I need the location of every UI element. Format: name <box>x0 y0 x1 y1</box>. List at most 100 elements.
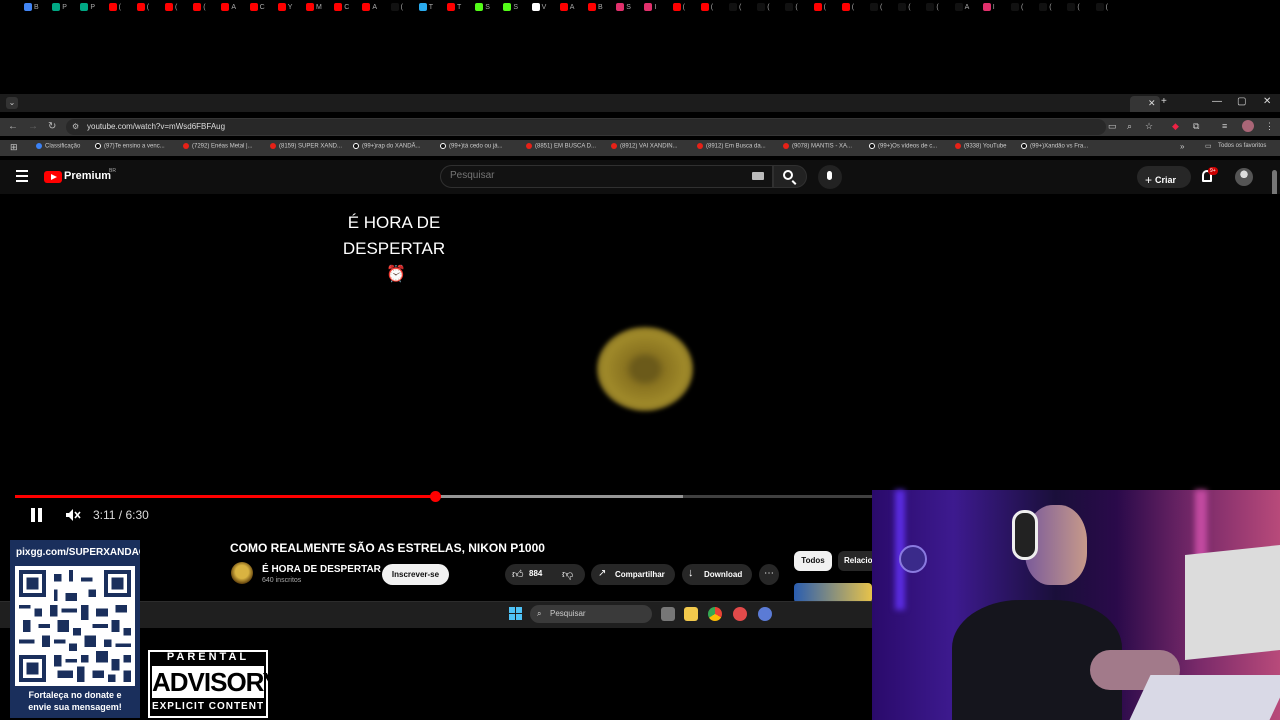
bookmark-item[interactable]: (8159) SUPER XAND... <box>270 143 342 150</box>
browser-tab[interactable]: ( <box>390 3 417 16</box>
browser-tab[interactable]: A <box>362 3 388 16</box>
more-bookmarks-icon[interactable]: » <box>1180 142 1184 151</box>
browser-tab[interactable]: S <box>475 3 501 16</box>
chrome-icon[interactable] <box>708 607 722 621</box>
keyboard-icon[interactable] <box>752 172 764 180</box>
share-icon[interactable]: ↗ <box>598 568 606 579</box>
bookmark-item[interactable]: (99+)Os vídeos de c... <box>869 143 937 150</box>
mute-icon[interactable] <box>65 508 81 522</box>
app-icon-red[interactable] <box>733 607 747 621</box>
browser-tab[interactable]: ( <box>672 3 699 16</box>
browser-tab[interactable]: ( <box>757 3 783 16</box>
thumbs-up-icon[interactable]: 👍︎ <box>512 568 524 581</box>
bookmark-item[interactable]: (97)Te ensino a venc... <box>95 143 165 150</box>
browser-tab[interactable]: T <box>447 3 473 16</box>
like-count[interactable]: 884 <box>529 569 542 578</box>
browser-tab[interactable]: ( <box>898 3 924 16</box>
site-info-icon[interactable]: ⚙ <box>72 122 79 131</box>
browser-tab[interactable]: S <box>616 3 642 16</box>
browser-tab[interactable]: B <box>24 3 50 16</box>
task-view-icon[interactable] <box>661 607 675 621</box>
browser-tab[interactable]: I <box>982 3 1009 16</box>
chip-all[interactable]: Todos <box>794 551 832 571</box>
tab-search-button[interactable]: ⌄ <box>6 97 18 109</box>
browser-tab[interactable]: C <box>334 3 360 16</box>
bookmark-item[interactable]: Classificação <box>36 143 80 150</box>
zoom-icon[interactable]: ⌕ <box>1127 121 1132 132</box>
new-tab-icon[interactable]: + <box>1161 96 1167 107</box>
bookmark-item[interactable]: (8851) EM BUSCA D... <box>526 143 596 150</box>
browser-tab[interactable]: ( <box>926 3 952 16</box>
bookmark-item[interactable]: (8912) Em Busca da... <box>697 143 766 150</box>
all-bookmarks-link[interactable]: Todos os favoritos <box>1218 143 1266 149</box>
browser-tab[interactable]: A <box>954 3 981 16</box>
browser-tab[interactable]: V <box>531 3 558 16</box>
bookmark-item[interactable]: (99+)tá cedo ou já... <box>440 143 503 150</box>
browser-tab[interactable]: ( <box>785 3 811 16</box>
minimize-icon[interactable]: — <box>1212 96 1222 107</box>
search-input[interactable] <box>450 170 730 181</box>
browser-tab[interactable]: B <box>588 3 614 16</box>
browser-tab[interactable]: ( <box>165 3 191 16</box>
windows-start-icon[interactable] <box>509 607 522 620</box>
progress-scrubber[interactable] <box>429 491 441 502</box>
browser-tab[interactable]: ( <box>136 3 163 16</box>
taskbar-search[interactable] <box>530 605 652 623</box>
related-video-thumbnail[interactable] <box>794 583 872 603</box>
thumbs-down-icon[interactable]: 👎︎ <box>562 568 573 581</box>
reload-icon[interactable]: ↻ <box>48 121 56 132</box>
close-window-icon[interactable]: ✕ <box>1263 96 1271 107</box>
file-explorer-icon[interactable] <box>684 607 698 621</box>
profile-avatar[interactable] <box>1242 120 1254 132</box>
close-tab-icon[interactable]: ✕ <box>1148 98 1156 109</box>
bookmark-item[interactable]: (9078) MANTIS - XA... <box>783 143 852 150</box>
active-tab[interactable]: ✕ <box>1130 96 1160 112</box>
browser-tab[interactable]: ( <box>729 3 755 16</box>
media-control-icon[interactable]: ≡ <box>1222 121 1227 131</box>
bookmark-item[interactable]: (99+)rap do XANDÃ... <box>353 143 421 150</box>
taskbar-search-input[interactable]: Pesquisar <box>550 609 586 618</box>
browser-tab[interactable]: ( <box>841 3 868 16</box>
search-icon[interactable] <box>783 170 793 180</box>
browser-tab[interactable]: ( <box>870 3 896 16</box>
extension-icon[interactable]: ◆ <box>1172 121 1179 132</box>
browser-tab[interactable]: ( <box>1011 3 1037 16</box>
browser-tab[interactable]: ( <box>813 3 840 16</box>
bookmark-item[interactable]: (99+)Xandão vs Fra... <box>1021 143 1088 150</box>
browser-tab[interactable]: ( <box>1095 3 1122 16</box>
channel-avatar[interactable] <box>231 562 253 584</box>
subscribe-button[interactable]: Inscrever-se <box>382 564 449 585</box>
browser-tab[interactable]: T <box>418 3 445 16</box>
microphone-icon[interactable] <box>827 171 832 180</box>
channel-name[interactable]: É HORA DE DESPERTAR <box>262 564 381 575</box>
browser-tab[interactable]: P <box>80 3 106 16</box>
download-icon[interactable]: ↓ <box>688 567 694 579</box>
menu-dots-icon[interactable]: ⋮ <box>1265 121 1274 132</box>
bookmark-item[interactable]: (8912) VAI XANDIN... <box>611 143 678 150</box>
back-icon[interactable]: ← <box>8 121 18 132</box>
browser-tab[interactable]: A <box>221 3 247 16</box>
browser-tab[interactable]: P <box>52 3 78 16</box>
apps-grid-icon[interactable]: ⊞ <box>10 142 18 153</box>
create-button[interactable]: + Criar <box>1137 166 1191 188</box>
extensions-puzzle-icon[interactable]: ⧉ <box>1193 121 1199 132</box>
browser-tab[interactable]: ( <box>700 3 727 16</box>
browser-tab[interactable]: ( <box>1067 3 1093 16</box>
youtube-logo-icon[interactable] <box>44 171 62 183</box>
bookmark-item[interactable]: (9338) YouTube <box>955 143 1006 150</box>
browser-tab[interactable]: S <box>503 3 529 16</box>
url-text[interactable]: youtube.com/watch?v=mWsd6FBFAug <box>87 122 225 131</box>
cast-icon[interactable]: ▭ <box>1108 121 1117 132</box>
hamburger-menu-icon[interactable] <box>16 170 28 182</box>
bookmark-star-icon[interactable]: ☆ <box>1145 121 1153 132</box>
maximize-icon[interactable]: ▢ <box>1237 96 1246 107</box>
pause-icon[interactable] <box>30 508 43 522</box>
browser-tab[interactable]: ( <box>108 3 135 16</box>
browser-tab[interactable]: Y <box>277 3 304 16</box>
youtube-premium-label[interactable]: Premium <box>64 170 111 182</box>
browser-tab[interactable]: M <box>306 3 332 16</box>
more-actions-button[interactable]: ⋯ <box>759 564 779 585</box>
browser-tab[interactable]: C <box>249 3 276 16</box>
browser-tab[interactable]: ( <box>193 3 219 16</box>
browser-tab[interactable]: I <box>644 3 670 16</box>
